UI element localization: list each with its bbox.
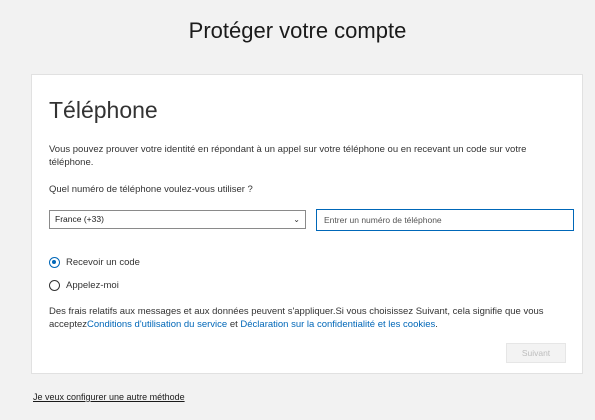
- country-code-value: France (+33): [55, 214, 104, 224]
- privacy-link[interactable]: Déclaration sur la confidentialité et le…: [240, 319, 435, 330]
- radio-receive-code[interactable]: [49, 257, 60, 268]
- description-text: Vous pouvez prouver votre identité en ré…: [49, 144, 527, 168]
- phone-setup-card: Téléphone Vous pouvez prouver votre iden…: [31, 74, 583, 374]
- phone-number-input[interactable]: [316, 209, 574, 231]
- option-receive-code[interactable]: Recevoir un code: [49, 255, 140, 270]
- country-code-select[interactable]: France (+33) ⌄: [49, 210, 306, 229]
- next-button[interactable]: Suivant: [506, 343, 566, 363]
- phone-question: Quel numéro de téléphone voulez-vous uti…: [49, 184, 253, 195]
- fees-and: et: [227, 319, 241, 330]
- card-title: Téléphone: [49, 97, 158, 123]
- other-method-link[interactable]: Je veux configurer une autre méthode: [33, 392, 185, 402]
- option-receive-code-label: Recevoir un code: [66, 257, 140, 268]
- fees-end: .: [435, 319, 438, 330]
- fees-notice: Des frais relatifs aux messages et aux d…: [49, 305, 574, 331]
- page-title: Protéger votre compte: [188, 18, 407, 43]
- option-call-me-label: Appelez-moi: [66, 280, 119, 291]
- option-call-me[interactable]: Appelez-moi: [49, 278, 119, 293]
- terms-link[interactable]: Conditions d'utilisation du service: [87, 319, 227, 330]
- chevron-down-icon: ⌄: [293, 215, 300, 224]
- radio-call-me[interactable]: [49, 280, 60, 291]
